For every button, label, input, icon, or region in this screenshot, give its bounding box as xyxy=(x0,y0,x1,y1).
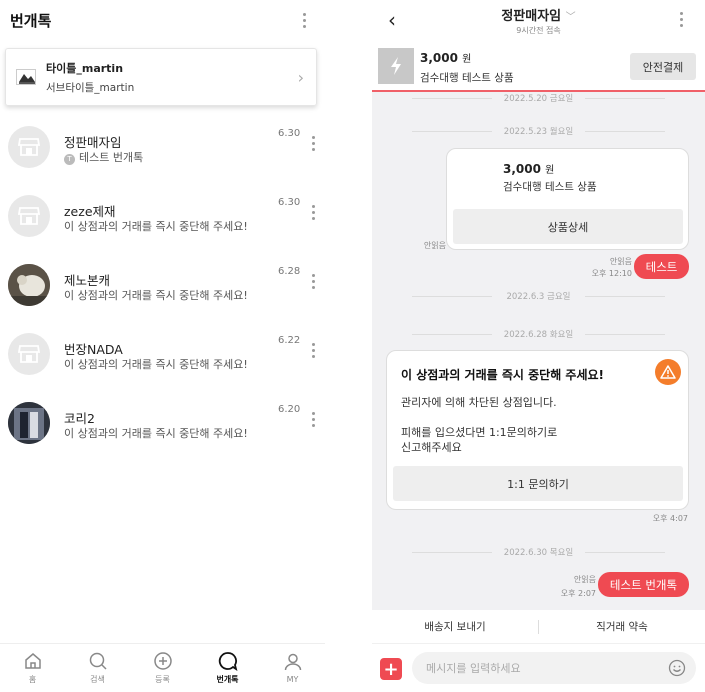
chat-last-message: 이 상점과의 거래를 즉시 중단해 주세요! xyxy=(64,220,248,233)
message-input-bar: + xyxy=(372,644,705,692)
avatar xyxy=(8,402,50,444)
chat-last-message: 이 상점과의 거래를 즉시 중단해 주세요! xyxy=(64,289,248,302)
warning-body: 관리자에 의해 차단된 상점입니다. 피해를 입으셨다면 1:1문의하기로 신고… xyxy=(401,396,558,454)
chevron-right-icon: › xyxy=(297,67,304,87)
unread-label: 안읽음 xyxy=(573,575,596,584)
chat-list-screen: 번개톡 타이틀_martin 서브타이틀_martin › 정판매자임 T 테스트… xyxy=(0,0,325,692)
chat-date: 6.30 xyxy=(278,197,301,208)
banner-title: 타이틀_martin xyxy=(46,61,124,75)
banner-thumbnail xyxy=(16,69,36,85)
date-divider: 2022.6.3 금요일 xyxy=(372,290,705,302)
quick-actions: 배송지 보내기 직거래 약속 xyxy=(372,610,705,644)
chat-last-message: 이 상점과의 거래를 즉시 중단해 주세요! xyxy=(64,358,248,371)
product-bar[interactable]: 3,000 원 검수대행 테스트 상품 안전결제 xyxy=(372,40,705,92)
chat-more-icon[interactable] xyxy=(306,274,320,289)
chat-list-item[interactable]: 제노본캐 이 상점과의 거래를 즉시 중단해 주세요! 6.28 xyxy=(0,264,325,314)
nav-chat[interactable]: 번개톡 xyxy=(195,644,260,692)
emoji-icon[interactable] xyxy=(668,659,686,677)
page-title: 번개톡 xyxy=(10,11,52,30)
date-divider: 2022.5.20 금요일 xyxy=(372,92,705,104)
message-time: 오후 4:07 xyxy=(652,514,688,523)
pinned-banner[interactable]: 타이틀_martin 서브타이틀_martin › xyxy=(5,48,317,106)
more-menu-icon[interactable] xyxy=(674,12,688,27)
more-menu-icon[interactable] xyxy=(297,12,311,28)
chat-more-icon[interactable] xyxy=(306,136,320,151)
chat-list-item[interactable]: 코리2 이 상점과의 거래를 즉시 중단해 주세요! 6.20 xyxy=(0,402,325,452)
message-bubble[interactable]: 테스트 xyxy=(634,254,689,279)
bottom-nav: 홈 검색 등록 번개톡 MY xyxy=(0,643,325,692)
chat-room-title[interactable]: 정판매자임 ﹀ xyxy=(372,5,705,24)
chat-list-item[interactable]: 정판매자임 T 테스트 번개톡 6.30 xyxy=(0,126,325,176)
product-card: 3,000 원 검수대행 테스트 상품 상품상세 xyxy=(446,148,689,250)
nav-search[interactable]: 검색 xyxy=(65,644,130,692)
home-icon xyxy=(24,653,41,669)
send-address-button[interactable]: 배송지 보내기 xyxy=(372,619,538,634)
message-bubble[interactable]: 테스트 번개톡 xyxy=(598,572,689,597)
last-seen: 9시간전 접속 xyxy=(516,26,561,35)
card-product-name: 검수대행 테스트 상품 xyxy=(503,181,597,193)
chat-icon xyxy=(218,652,237,671)
warning-icon xyxy=(655,359,681,385)
warning-title: 이 상점과의 거래를 즉시 중단해 주세요! xyxy=(401,368,605,382)
store-icon xyxy=(8,333,50,375)
unread-label: 안읽음 xyxy=(609,257,632,266)
store-icon xyxy=(8,126,50,168)
lightning-icon xyxy=(378,48,414,84)
product-price: 3,000 원 xyxy=(420,51,472,65)
nav-label: 검색 xyxy=(90,675,105,684)
nav-my[interactable]: MY xyxy=(260,644,325,692)
date-divider: 2022.6.30 목요일 xyxy=(372,546,705,558)
warning-card: 이 상점과의 거래를 즉시 중단해 주세요! 관리자에 의해 차단된 상점입니다… xyxy=(386,350,689,510)
chat-last-message: T 테스트 번개톡 xyxy=(64,149,143,165)
chat-date: 6.30 xyxy=(278,128,301,139)
chevron-down-icon: ﹀ xyxy=(565,12,576,23)
date-divider: 2022.5.23 월요일 xyxy=(372,125,705,137)
chat-last-message: 이 상점과의 거래를 즉시 중단해 주세요! xyxy=(64,427,248,440)
chat-room-screen: ‹ 정판매자임 ﹀ 9시간전 접속 3,000 원 검수대행 테스트 상품 안전… xyxy=(372,0,705,692)
nav-home[interactable]: 홈 xyxy=(0,644,65,692)
message-time: 오후 2:07 xyxy=(560,589,596,598)
attach-plus-button[interactable]: + xyxy=(380,658,402,680)
talk-badge-icon: T xyxy=(64,154,75,165)
chat-more-icon[interactable] xyxy=(306,205,320,220)
nav-label: 번개톡 xyxy=(216,675,239,684)
nav-register[interactable]: 등록 xyxy=(130,644,195,692)
nav-label: 홈 xyxy=(28,675,37,684)
chat-list-item[interactable]: zeze제재 이 상점과의 거래를 즉시 중단해 주세요! 6.30 xyxy=(0,195,325,245)
search-icon xyxy=(89,652,107,670)
chat-more-icon[interactable] xyxy=(306,412,320,427)
date-divider: 2022.6.28 화요일 xyxy=(372,328,705,340)
card-price: 3,000 원 xyxy=(503,162,555,176)
chat-list-item[interactable]: 번장NADA 이 상점과의 거래를 즉시 중단해 주세요! 6.22 xyxy=(0,333,325,383)
nav-label: 등록 xyxy=(155,675,170,684)
chat-date: 6.20 xyxy=(278,404,301,415)
safe-payment-button[interactable]: 안전결제 xyxy=(630,53,696,80)
store-icon xyxy=(8,195,50,237)
chat-date: 6.22 xyxy=(278,335,301,346)
inquiry-button[interactable]: 1:1 문의하기 xyxy=(393,466,683,501)
message-time: 오후 12:10 xyxy=(591,269,632,278)
product-detail-button[interactable]: 상품상세 xyxy=(453,209,683,244)
meetup-button[interactable]: 직거래 약속 xyxy=(539,619,705,634)
avatar xyxy=(8,264,50,306)
message-input[interactable] xyxy=(412,652,696,684)
plus-circle-icon xyxy=(153,652,172,670)
chat-more-icon[interactable] xyxy=(306,343,320,358)
banner-subtitle: 서브타이틀_martin xyxy=(46,81,135,94)
product-name: 검수대행 테스트 상품 xyxy=(420,72,514,84)
chat-date: 6.28 xyxy=(278,266,301,277)
chat-room-header: ‹ 정판매자임 ﹀ 9시간전 접속 xyxy=(372,0,705,40)
unread-label: 안읽음 xyxy=(423,241,446,250)
user-icon xyxy=(284,653,301,671)
chat-list-header: 번개톡 xyxy=(0,0,325,40)
nav-label: MY xyxy=(286,675,299,684)
